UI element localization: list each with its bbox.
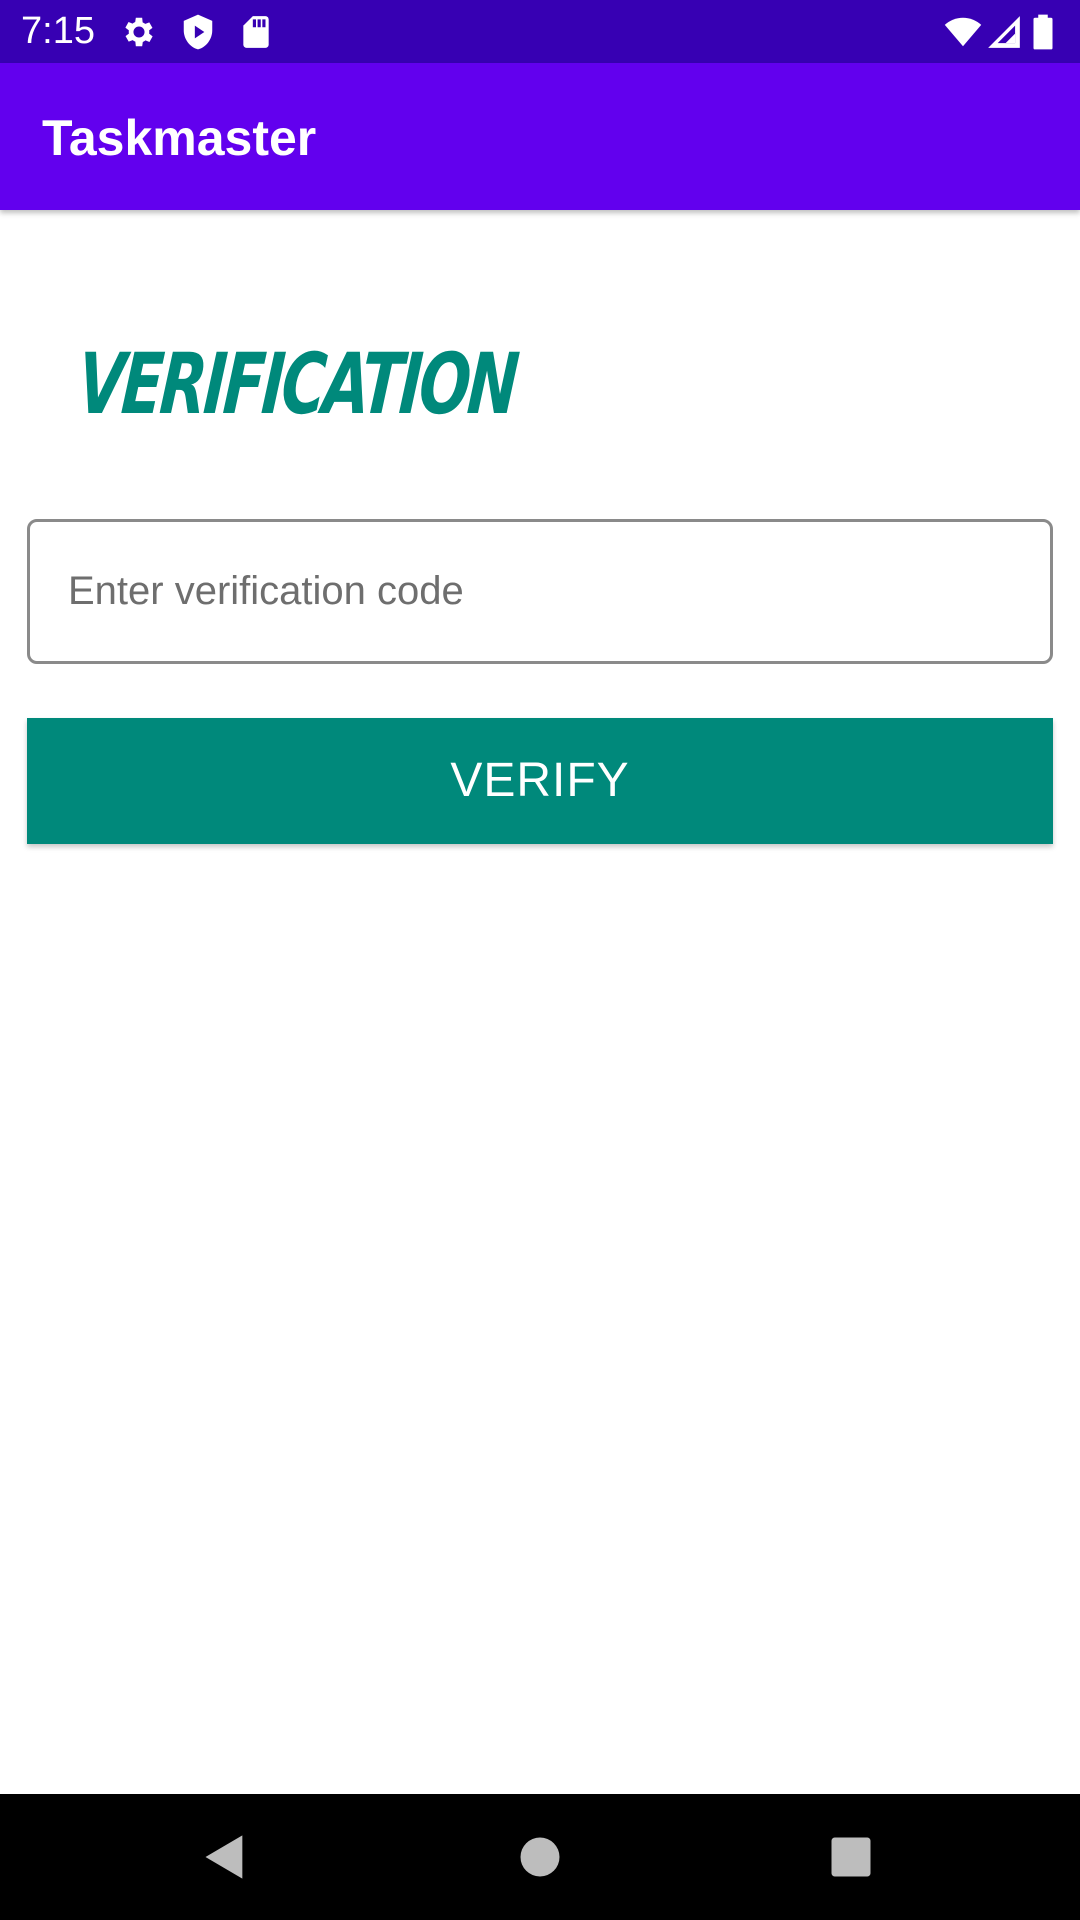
- recents-icon[interactable]: [825, 1831, 877, 1883]
- signal-icon: [985, 13, 1023, 51]
- wifi-icon: [944, 13, 982, 51]
- verification-screen: 7:15 Taskmaster VERIFICATION VERIFY: [0, 0, 1080, 1920]
- app-bar: Taskmaster: [0, 63, 1080, 210]
- back-icon[interactable]: [199, 1831, 251, 1883]
- settings-icon: [120, 13, 158, 51]
- home-icon[interactable]: [514, 1831, 566, 1883]
- shield-play-icon: [179, 13, 217, 51]
- verify-button[interactable]: VERIFY: [27, 718, 1053, 844]
- status-bar: 7:15: [0, 0, 1080, 63]
- navigation-bar: [0, 1794, 1080, 1920]
- sd-card-icon: [237, 13, 275, 51]
- verification-code-field[interactable]: [27, 519, 1053, 664]
- battery-icon: [1030, 13, 1056, 51]
- app-title: Taskmaster: [42, 110, 317, 166]
- verification-code-input[interactable]: [68, 522, 1028, 661]
- verification-logo: VERIFICATION: [74, 335, 520, 433]
- status-time: 7:15: [21, 10, 95, 52]
